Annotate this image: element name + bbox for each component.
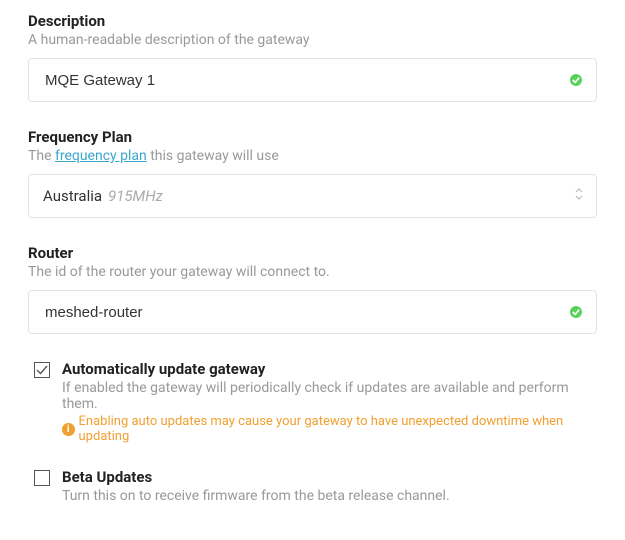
router-help: The id of the router your gateway will c…: [28, 264, 597, 280]
checkbox-unchecked-icon[interactable]: [34, 470, 50, 486]
help-text-suffix: this gateway will use: [147, 148, 279, 164]
auto-update-help: If enabled the gateway will periodically…: [62, 380, 597, 412]
info-circle-icon: i: [62, 423, 75, 436]
check-circle-icon: [570, 306, 582, 318]
description-field: Description A human-readable description…: [28, 12, 597, 102]
beta-updates-label: Beta Updates: [62, 468, 597, 486]
auto-update-row: Automatically update gateway If enabled …: [34, 360, 597, 444]
router-input[interactable]: [43, 303, 582, 322]
select-country: Australia: [43, 187, 102, 205]
beta-updates-content: Beta Updates Turn this on to receive fir…: [62, 468, 597, 504]
warning-text: Enabling auto updates may cause your gat…: [79, 414, 597, 444]
router-input-wrap: [28, 290, 597, 334]
description-input-wrap: [28, 58, 597, 102]
select-frequency: 915MHz: [108, 187, 163, 205]
help-text-prefix: The: [28, 148, 55, 164]
router-field: Router The id of the router your gateway…: [28, 244, 597, 334]
description-input[interactable]: [43, 71, 582, 90]
beta-updates-help: Turn this on to receive firmware from th…: [62, 488, 597, 504]
frequency-plan-help: The frequency plan this gateway will use: [28, 148, 597, 164]
beta-updates-row: Beta Updates Turn this on to receive fir…: [34, 468, 597, 504]
auto-update-warning: i Enabling auto updates may cause your g…: [62, 414, 597, 444]
check-circle-icon: [570, 74, 582, 86]
frequency-plan-link[interactable]: frequency plan: [55, 148, 147, 164]
router-label: Router: [28, 244, 597, 262]
description-label: Description: [28, 12, 597, 30]
auto-update-content: Automatically update gateway If enabled …: [62, 360, 597, 444]
frequency-plan-field: Frequency Plan The frequency plan this g…: [28, 128, 597, 218]
frequency-plan-select[interactable]: Australia 915MHz: [28, 174, 597, 218]
updown-caret-icon: [574, 187, 584, 205]
auto-update-label: Automatically update gateway: [62, 360, 597, 378]
checkbox-checked-icon[interactable]: [34, 362, 50, 378]
description-help: A human-readable description of the gate…: [28, 32, 597, 48]
frequency-plan-label: Frequency Plan: [28, 128, 597, 146]
